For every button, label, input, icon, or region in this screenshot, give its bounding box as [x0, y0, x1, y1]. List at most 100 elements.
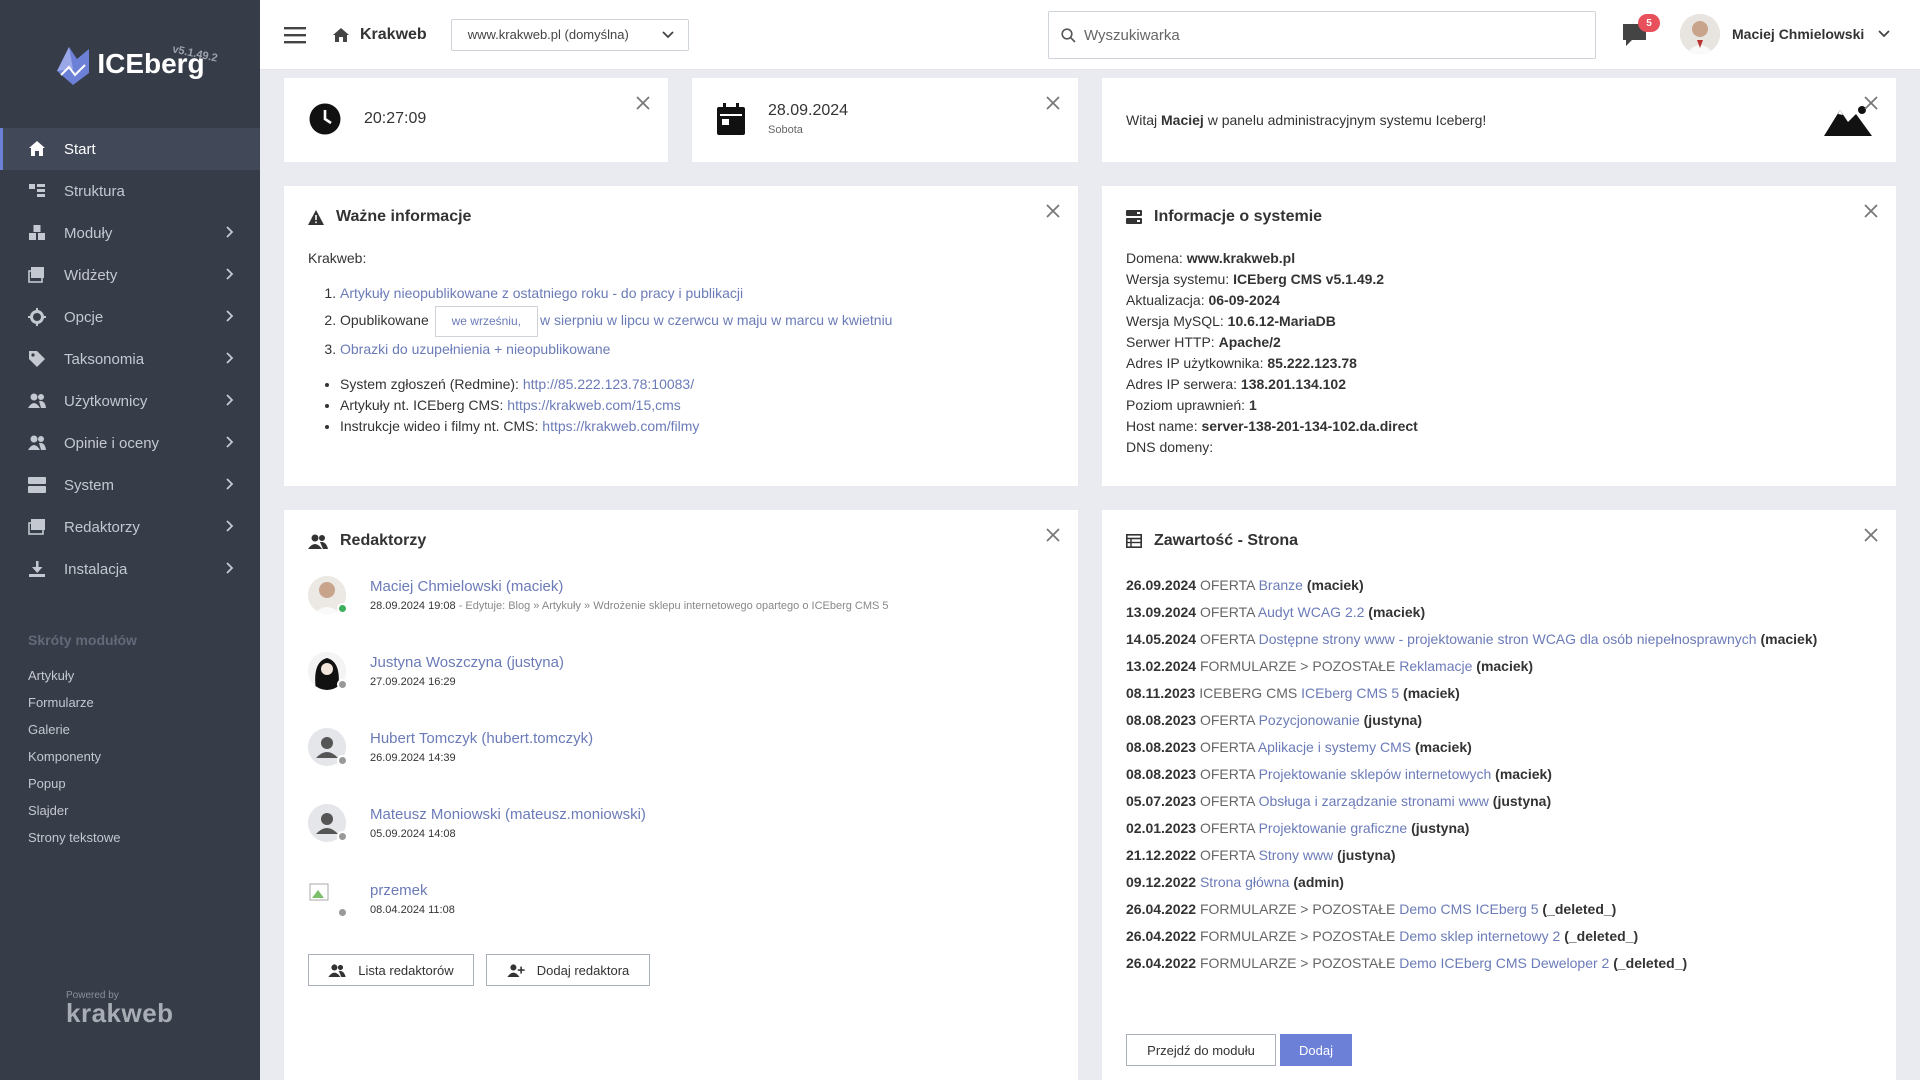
editor-avatar[interactable] — [308, 728, 348, 766]
content-link[interactable]: ICEberg CMS 5 — [1301, 685, 1399, 701]
info-bullet-link[interactable]: https://krakweb.com/filmy — [542, 418, 699, 434]
images-link[interactable]: Obrazki do uzupełnienia + nieopublikowan… — [340, 341, 610, 357]
status-dot — [337, 603, 348, 614]
published-month-link[interactable]: w kwietniu — [828, 312, 893, 328]
close-icon[interactable] — [1864, 96, 1878, 110]
shortcuts-list: Artykuły Formularze Galerie Komponenty Popup… — [0, 662, 260, 851]
messages-badge: 5 — [1638, 14, 1660, 32]
sidebar-item-moduły[interactable]: Moduły — [0, 212, 260, 254]
sidebar-item-widżety[interactable]: Widżety — [0, 254, 260, 296]
search-icon — [1061, 27, 1076, 43]
content-category: FORMULARZE > POZOSTAŁE — [1199, 901, 1396, 917]
editor-name-link[interactable]: Mateusz Moniowski (mateusz.moniowski) — [370, 806, 646, 823]
content-author: (maciek) — [1306, 577, 1364, 593]
content-link[interactable]: Pozycjonowanie — [1259, 712, 1360, 728]
content-link[interactable]: Branze — [1259, 577, 1303, 593]
system-info-panel: Informacje o systemie Domena: www.krakwe… — [1102, 186, 1896, 486]
hamburger-menu-icon[interactable] — [284, 25, 308, 45]
close-icon[interactable] — [1046, 528, 1060, 542]
chevron-right-icon — [226, 561, 234, 578]
add-editor-button-label: Dodaj redaktora — [536, 962, 630, 978]
published-month-link[interactable]: w maju — [723, 312, 767, 328]
sidebar-item-opcje[interactable]: Opcje — [0, 296, 260, 338]
system-info-label: Wersja systemu: — [1126, 271, 1234, 287]
published-month-link[interactable]: w lipcu — [607, 312, 650, 328]
content-link[interactable]: Dostępne strony www - projektowanie stro… — [1259, 631, 1757, 647]
info-bullet-link[interactable]: https://krakweb.com/15,cms — [507, 397, 681, 413]
add-editor-button[interactable]: Dodaj redaktora — [486, 954, 650, 986]
logo[interactable]: ICEberg v5.1.49.2 — [0, 0, 260, 128]
content-link[interactable]: Obsługa i zarządzanie stronami www — [1259, 793, 1489, 809]
shortcut-link[interactable]: Slajder — [0, 797, 260, 824]
content-link[interactable]: Strony www — [1259, 847, 1334, 863]
content-link[interactable]: Strona główna — [1200, 874, 1290, 890]
unpublished-articles-link[interactable]: Artykuły nieopublikowane z ostatniego ro… — [340, 285, 743, 301]
close-icon[interactable] — [1864, 528, 1878, 542]
editor-avatar[interactable] — [308, 880, 348, 918]
server-icon — [1126, 209, 1142, 224]
close-icon[interactable] — [1864, 204, 1878, 218]
editor-name-link[interactable]: Maciej Chmielowski (maciek) — [370, 578, 889, 595]
sidebar-item-redaktorzy[interactable]: Redaktorzy — [0, 506, 260, 548]
sidebar-item-instalacja[interactable]: Instalacja — [0, 548, 260, 590]
content-row: 13.02.2024 FORMULARZE > POZOSTAŁE Reklam… — [1126, 653, 1886, 680]
shortcut-link[interactable]: Komponenty — [0, 743, 260, 770]
content-link[interactable]: Audyt WCAG 2.2 — [1258, 604, 1365, 620]
shortcut-link[interactable]: Artykuły — [0, 662, 260, 689]
content-link[interactable]: Projektowanie graficzne — [1259, 820, 1408, 836]
shortcuts-title: Skróty modułów — [28, 632, 137, 648]
content-category: OFERTA — [1199, 766, 1255, 782]
editor-avatar[interactable] — [308, 804, 348, 842]
content-row: 08.08.2023 OFERTA Aplikacje i systemy CM… — [1126, 734, 1886, 761]
content-date: 26.04.2022 — [1126, 901, 1197, 917]
shortcut-link[interactable]: Galerie — [0, 716, 260, 743]
go-to-module-button[interactable]: Przejdź do modułu — [1126, 1034, 1276, 1066]
content-link[interactable]: Reklamacje — [1399, 658, 1472, 674]
content-row: 08.11.2023 ICEBERG CMS ICEberg CMS 5 (ma… — [1126, 680, 1886, 707]
users-icon — [28, 392, 46, 410]
editor-info: Justyna Woszczyna (justyna) 27.09.2024 16… — [370, 654, 564, 690]
sidebar-item-label: Instalacja — [64, 560, 128, 578]
published-month-link[interactable]: w marcu — [771, 312, 824, 328]
add-content-button[interactable]: Dodaj — [1280, 1034, 1352, 1066]
site-title[interactable]: Krakweb — [360, 26, 427, 44]
messages-button[interactable]: 5 — [1620, 14, 1660, 52]
sidebar-item-system[interactable]: System — [0, 464, 260, 506]
content-link[interactable]: Demo ICEberg CMS Deweloper 2 — [1399, 955, 1609, 971]
editor-avatar[interactable] — [308, 652, 348, 690]
server-icon — [28, 476, 46, 494]
sidebar-item-struktura[interactable]: Struktura — [0, 170, 260, 212]
user-menu[interactable]: Maciej Chmielowski — [1680, 14, 1890, 54]
editors-list-button[interactable]: Lista redaktorów — [308, 954, 474, 986]
published-month-tag[interactable]: we wrześniu, — [434, 306, 538, 337]
close-icon[interactable] — [1046, 96, 1060, 110]
shortcut-link[interactable]: Formularze — [0, 689, 260, 716]
panel-title: Zawartość - Strona — [1126, 532, 1298, 550]
content-panel: Zawartość - Strona 26.09.2024 OFERTA Bra… — [1102, 510, 1896, 1080]
content-link[interactable]: Aplikacje i systemy CMS — [1258, 739, 1411, 755]
sidebar-item-start[interactable]: Start — [0, 128, 260, 170]
sidebar-item-taksonomia[interactable]: Taksonomia — [0, 338, 260, 380]
sidebar-item-opinie-i-oceny[interactable]: Opinie i oceny — [0, 422, 260, 464]
close-icon[interactable] — [1046, 204, 1060, 218]
info-bullet-link[interactable]: http://85.222.123.78:10083/ — [523, 376, 694, 392]
sidebar-item-użytkownicy[interactable]: Użytkownicy — [0, 380, 260, 422]
content-date: 08.08.2023 — [1126, 739, 1197, 755]
editor-name-link[interactable]: przemek — [370, 882, 455, 899]
editor-name-link[interactable]: Hubert Tomczyk (hubert.tomczyk) — [370, 730, 593, 747]
shortcut-link[interactable]: Popup — [0, 770, 260, 797]
editor-avatar[interactable] — [308, 576, 348, 614]
content-link[interactable]: Projektowanie sklepów internetowych — [1259, 766, 1492, 782]
editor-name-link[interactable]: Justyna Woszczyna (justyna) — [370, 654, 564, 671]
panel-title: Informacje o systemie — [1126, 208, 1322, 226]
site-select[interactable]: www.krakweb.pl (domyślna) — [450, 18, 689, 51]
search-input[interactable] — [1084, 26, 1564, 44]
published-month-link[interactable]: w czerwcu — [654, 312, 719, 328]
content-link[interactable]: Demo sklep internetowy 2 — [1399, 928, 1560, 944]
user-avatar — [1680, 14, 1720, 54]
published-month-link[interactable]: w sierpniu — [540, 312, 603, 328]
powered-by-logo[interactable]: krakweb — [66, 1000, 174, 1026]
close-icon[interactable] — [636, 96, 650, 110]
content-link[interactable]: Demo CMS ICEberg 5 — [1399, 901, 1538, 917]
shortcut-link[interactable]: Strony tekstowe — [0, 824, 260, 851]
